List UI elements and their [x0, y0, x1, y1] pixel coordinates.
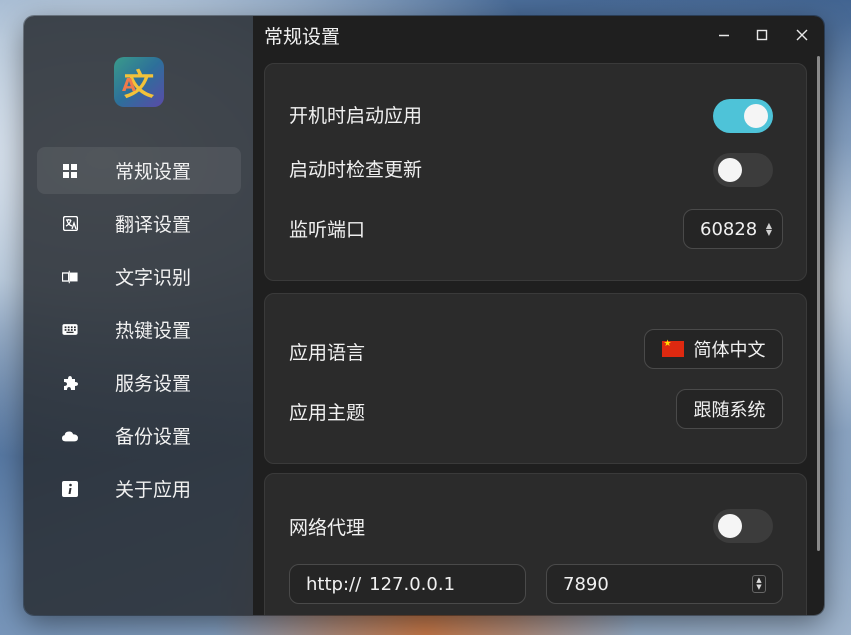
toggle-knob: [718, 158, 742, 182]
sidebar-item-translate[interactable]: 翻译设置: [37, 200, 241, 247]
sidebar-item-label: 翻译设置: [115, 214, 192, 236]
sidebar-item-label: 服务设置: [115, 373, 192, 395]
proxy-scheme: http://: [306, 573, 362, 595]
page-title: 常规设置: [264, 26, 341, 48]
appearance-card: 应用语言 简体中文 应用主题 跟随系统: [264, 293, 807, 464]
proxy-port: 7890: [563, 573, 609, 595]
translate-icon: [62, 216, 78, 232]
proxy-toggle[interactable]: [713, 509, 773, 543]
keyboard-icon: [62, 322, 78, 338]
proxy-host-input[interactable]: http:// 127.0.0.1: [289, 564, 526, 604]
close-button[interactable]: [792, 25, 812, 45]
proxy-port-spinner[interactable]: ▲ ▼: [752, 575, 766, 593]
logo-letter: A: [122, 75, 136, 96]
port-label: 监听端口: [289, 219, 366, 241]
maximize-button[interactable]: [752, 25, 772, 45]
chevron-down-icon[interactable]: ▼: [766, 229, 772, 237]
toggle-knob: [744, 104, 768, 128]
scrollbar[interactable]: [817, 56, 820, 551]
chevron-down-icon[interactable]: ▼: [756, 584, 761, 591]
autostart-toggle[interactable]: [713, 99, 773, 133]
language-select[interactable]: 简体中文: [644, 329, 783, 369]
minimize-icon: [719, 34, 729, 37]
language-value: 简体中文: [693, 340, 766, 361]
check-update-toggle[interactable]: [713, 153, 773, 187]
sidebar-item-label: 文字识别: [115, 267, 192, 289]
sidebar-item-about[interactable]: 关于应用: [37, 465, 241, 512]
main-panel: 常规设置 开机时启动应用 启动时检查更新 监听端口 60828 ▲ ▼ 应用语言…: [253, 16, 824, 615]
app-window: A 文 常规设置 翻译设置 文字识别 热键设置 服务设置 备份设置 关于应用 常…: [24, 16, 824, 615]
china-flag-icon: [661, 339, 684, 357]
grid-icon: [62, 163, 78, 179]
maximize-icon: [756, 29, 768, 41]
minimize-button[interactable]: [714, 25, 734, 45]
sidebar-item-service[interactable]: 服务设置: [37, 359, 241, 406]
sidebar: A 文 常规设置 翻译设置 文字识别 热键设置 服务设置 备份设置 关于应用: [24, 16, 253, 615]
language-label: 应用语言: [289, 342, 366, 364]
info-icon: [62, 480, 78, 497]
cloud-icon: [62, 428, 78, 444]
sidebar-item-ocr[interactable]: 文字识别: [37, 253, 241, 300]
port-spinner[interactable]: ▲ ▼: [766, 222, 772, 237]
app-logo: A 文: [114, 57, 164, 107]
sidebar-item-general[interactable]: 常规设置: [37, 147, 241, 194]
sidebar-item-backup[interactable]: 备份设置: [37, 412, 241, 459]
theme-select[interactable]: 跟随系统: [676, 389, 783, 429]
close-icon: [796, 29, 808, 41]
toggle-knob: [718, 514, 742, 538]
proxy-host: 127.0.0.1: [369, 573, 456, 595]
autostart-label: 开机时启动应用: [289, 105, 423, 127]
port-value: 60828: [700, 218, 758, 240]
sidebar-item-hotkey[interactable]: 热键设置: [37, 306, 241, 353]
general-card: 开机时启动应用 启动时检查更新 监听端口 60828 ▲ ▼: [264, 63, 807, 281]
proxy-card: 网络代理 http:// 127.0.0.1 7890 ▲ ▼: [264, 473, 807, 615]
port-input[interactable]: 60828 ▲ ▼: [683, 209, 783, 249]
theme-value: 跟随系统: [693, 400, 766, 421]
check-update-label: 启动时检查更新: [289, 159, 423, 181]
sidebar-item-label: 热键设置: [115, 320, 192, 342]
proxy-label: 网络代理: [289, 517, 366, 539]
sidebar-item-label: 常规设置: [115, 161, 192, 183]
sidebar-item-label: 备份设置: [115, 426, 192, 448]
proxy-port-input[interactable]: 7890 ▲ ▼: [546, 564, 783, 604]
puzzle-icon: [62, 375, 78, 391]
sidebar-nav: 常规设置 翻译设置 文字识别 热键设置 服务设置 备份设置 关于应用: [37, 147, 241, 518]
sidebar-item-label: 关于应用: [115, 479, 192, 501]
ocr-icon: [62, 269, 78, 285]
theme-label: 应用主题: [289, 402, 366, 424]
title-bar[interactable]: 常规设置: [253, 16, 824, 54]
